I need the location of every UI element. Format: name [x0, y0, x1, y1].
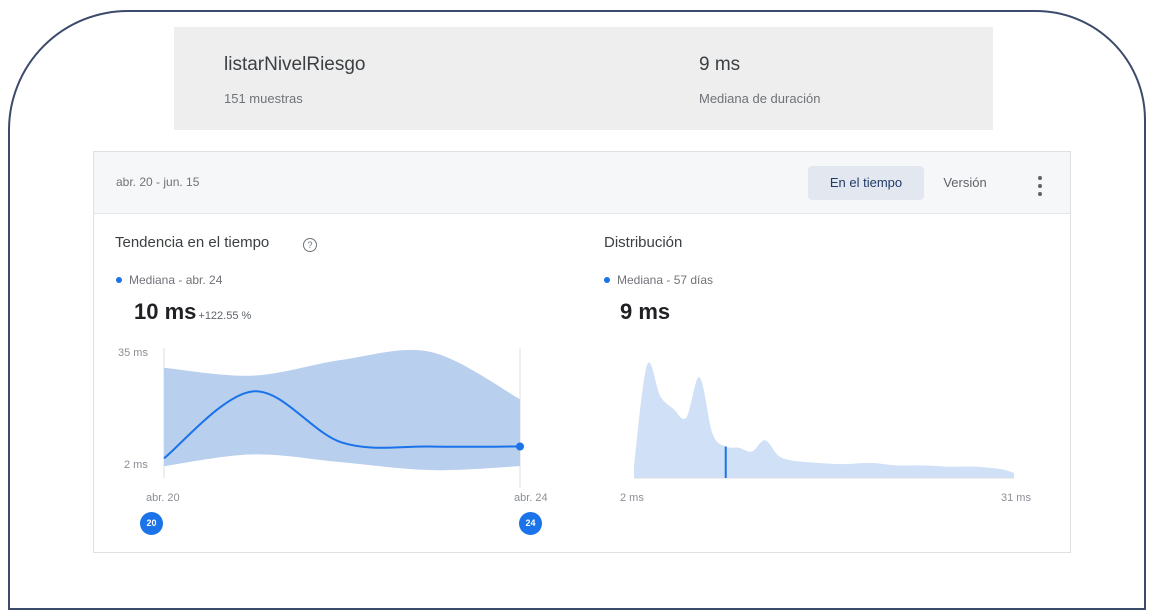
help-icon[interactable]: ? [303, 238, 317, 252]
median-duration-label: Mediana de duración [699, 91, 821, 106]
trend-x-start: abr. 20 [146, 492, 180, 504]
card-header: abr. 20 - jun. 15 En el tiempo Versión [94, 152, 1070, 214]
trend-y-bottom: 2 ms [124, 459, 148, 471]
pin-start[interactable]: 20 [140, 512, 163, 535]
trend-chart [163, 348, 524, 488]
distribution-title: Distribución [604, 234, 683, 251]
trend-y-top: 35 ms [118, 347, 148, 359]
tab-en-el-tiempo[interactable]: En el tiempo [808, 166, 924, 200]
more-vert-icon[interactable] [1030, 166, 1050, 200]
distribution-legend-text: Mediana - 57 días [617, 273, 714, 287]
trend-delta: +122.55 % [198, 310, 252, 322]
summary-banner: listarNivelRiesgo 151 muestras 9 ms Medi… [174, 27, 993, 130]
tab-version[interactable]: Versión [932, 166, 998, 200]
distribution-value: 9 ms [620, 299, 671, 324]
distribution-chart [634, 362, 1014, 479]
sample-count: 151 muestras [224, 91, 303, 106]
performance-card: abr. 20 - jun. 15 En el tiempo Versión T… [93, 151, 1071, 553]
legend-dot-icon [116, 276, 122, 283]
trend-last-point [516, 442, 524, 451]
distribution-x-start: 2 ms [620, 492, 644, 504]
trend-x-end: abr. 24 [514, 492, 548, 504]
distribution-area [634, 362, 1014, 478]
date-range[interactable]: abr. 20 - jun. 15 [116, 175, 199, 189]
distribution-x-end: 31 ms [1001, 492, 1031, 504]
trend-legend-text: Mediana - abr. 24 [129, 273, 223, 287]
trend-value-text: 10 ms [134, 299, 197, 324]
distribution-legend: Mediana - 57 días [604, 273, 713, 287]
median-duration: 9 ms [699, 54, 741, 75]
pin-end[interactable]: 24 [519, 512, 542, 535]
trend-title: Tendencia en el tiempo [115, 234, 270, 251]
legend-dot-icon [604, 276, 610, 283]
function-name: listarNivelRiesgo [224, 54, 366, 75]
trend-legend: Mediana - abr. 24 [116, 273, 222, 287]
trend-value: 10 ms +122.55 % [134, 299, 251, 325]
